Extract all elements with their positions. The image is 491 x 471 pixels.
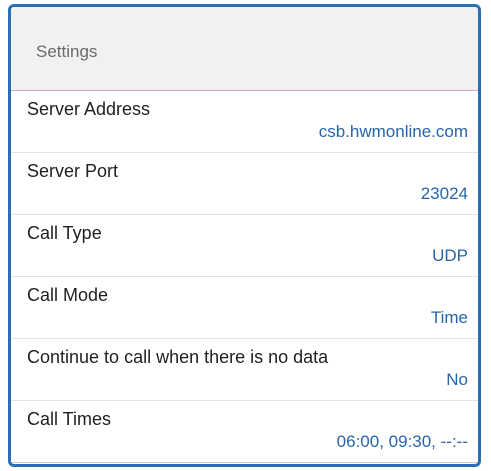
setting-label: Call Times — [27, 409, 112, 429]
setting-label: Server Address — [27, 99, 151, 119]
setting-row-server-address[interactable]: Server Address csb.hwmonline.com — [11, 91, 478, 153]
setting-row-call-type[interactable]: Call Type UDP — [11, 215, 478, 277]
setting-value: 06:00, 09:30, --:-- — [336, 432, 468, 451]
setting-value: No — [446, 370, 468, 389]
setting-value: Time — [430, 308, 468, 327]
setting-row-continue-call-no-data[interactable]: Continue to call when there is no data N… — [11, 339, 478, 401]
setting-label: Call Mode — [27, 285, 109, 305]
setting-row-call-mode[interactable]: Call Mode Time — [11, 277, 478, 339]
setting-label: Call Type — [27, 223, 102, 243]
page-title: Settings — [36, 42, 98, 61]
setting-row-server-port[interactable]: Server Port 23024 — [11, 153, 478, 215]
setting-value: csb.hwmonline.com — [318, 122, 468, 141]
settings-header: Settings — [11, 7, 478, 91]
setting-label: Server Port — [27, 161, 119, 181]
settings-panel: Settings Server Address csb.hwmonline.co… — [8, 4, 481, 467]
setting-value: UDP — [432, 246, 468, 265]
setting-value: 23024 — [420, 184, 468, 203]
setting-label: Continue to call when there is no data — [27, 347, 329, 367]
setting-row-call-times[interactable]: Call Times 06:00, 09:30, --:-- — [11, 401, 478, 463]
